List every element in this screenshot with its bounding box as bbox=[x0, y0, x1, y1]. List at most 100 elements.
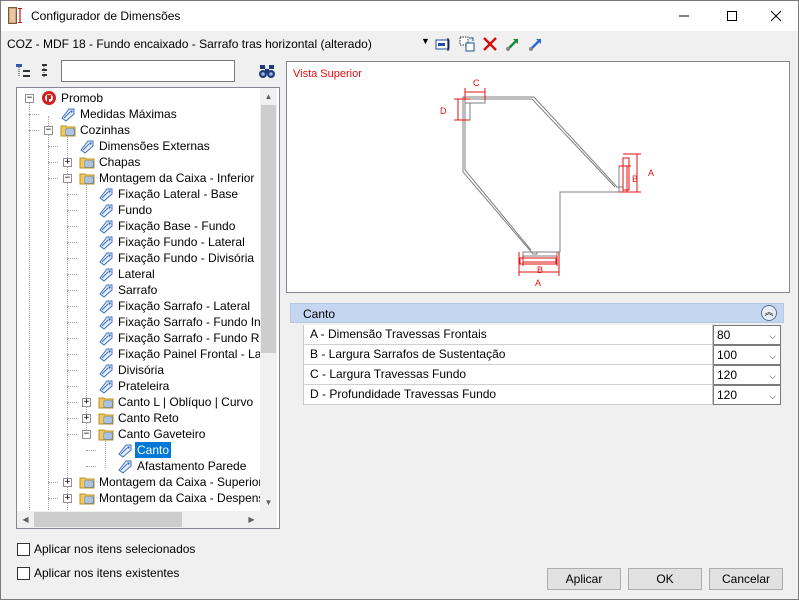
tree-item[interactable]: Sarrafo bbox=[17, 282, 260, 298]
scroll-left-icon[interactable]: ◀ bbox=[17, 511, 34, 528]
property-value-select[interactable]: 120 ⌵ bbox=[713, 385, 781, 405]
tree-item[interactable]: Fixação Base - Fundo bbox=[17, 218, 260, 234]
binoculars-search-icon[interactable] bbox=[258, 62, 276, 80]
chevron-down-icon[interactable]: ⌵ bbox=[769, 387, 776, 405]
tree-line bbox=[48, 162, 58, 163]
apply-button[interactable]: Aplicar bbox=[547, 568, 621, 590]
collapse-node-icon[interactable]: − bbox=[44, 126, 53, 135]
expand-node-icon[interactable]: + bbox=[63, 478, 72, 487]
collapse-node-icon[interactable]: − bbox=[82, 430, 91, 439]
tree-item[interactable]: Fixação Fundo - Divisória bbox=[17, 250, 260, 266]
expand-node-icon[interactable]: + bbox=[63, 158, 72, 167]
tree-line bbox=[67, 226, 77, 227]
ok-button[interactable]: OK bbox=[628, 568, 702, 590]
tree-item-label-selected: Canto bbox=[135, 442, 172, 458]
tree-item[interactable]: − Promob bbox=[17, 90, 260, 106]
expand-node-icon[interactable]: + bbox=[82, 398, 91, 407]
dimension-tag-icon bbox=[98, 330, 114, 346]
dimension-tag-icon bbox=[98, 362, 114, 378]
tree-item[interactable]: + Canto Reto bbox=[17, 410, 260, 426]
apply-selected-checkbox-box[interactable] bbox=[17, 543, 30, 556]
rename-configuration-icon[interactable] bbox=[434, 35, 452, 53]
tree-item[interactable]: − Canto Gaveteiro bbox=[17, 426, 260, 442]
tree-item[interactable]: Fixação Sarrafo - Lateral bbox=[17, 298, 260, 314]
collapse-category-icon[interactable]: ︽ bbox=[761, 305, 777, 321]
tree-item-label: Fixação Sarrafo - Fundo Rebaixado bbox=[118, 331, 260, 345]
expand-node-icon[interactable]: + bbox=[63, 494, 72, 503]
tree-item-label: Fixação Painel Frontal - Lateral bbox=[118, 347, 260, 361]
tree-vertical-scrollbar[interactable]: ▲ ▼ bbox=[260, 88, 277, 511]
expand-tree-icon[interactable] bbox=[38, 62, 56, 80]
property-value: 100 bbox=[717, 348, 738, 362]
copy-configuration-icon[interactable] bbox=[458, 35, 476, 53]
tree-item[interactable]: Fixação Fundo - Lateral bbox=[17, 234, 260, 250]
folder-icon bbox=[98, 410, 114, 426]
tree-item[interactable]: + Montagem da Caixa - Despenseiro bbox=[17, 490, 260, 506]
configuration-bar: COZ - MDF 18 - Fundo encaixado - Sarrafo… bbox=[1, 32, 798, 56]
apply-existing-checkbox-box[interactable] bbox=[17, 567, 30, 580]
tree-item[interactable]: Afastamento Parede bbox=[17, 458, 260, 474]
tree-item[interactable]: Dimensões Externas bbox=[17, 138, 260, 154]
expand-node-icon[interactable]: + bbox=[82, 414, 91, 423]
chevron-down-icon[interactable]: ⌵ bbox=[769, 347, 776, 365]
properties-category-header[interactable]: Canto ︽ bbox=[290, 303, 784, 323]
apply-selected-label: Aplicar nos itens selecionados bbox=[34, 542, 196, 556]
property-row: D - Profundidade Travessas Fundo 120 ⌵ bbox=[303, 385, 781, 405]
tree-item-label: Montagem da Caixa - Inferior bbox=[99, 171, 255, 185]
tree-line bbox=[67, 434, 77, 435]
tree-item[interactable]: + Chapas bbox=[17, 154, 260, 170]
collapse-tree-icon[interactable] bbox=[15, 62, 33, 80]
search-input[interactable] bbox=[61, 60, 235, 82]
import-configuration-icon[interactable] bbox=[504, 35, 522, 53]
vertical-scroll-thumb[interactable] bbox=[261, 105, 276, 353]
tree-item[interactable]: Prateleira bbox=[17, 378, 260, 394]
delete-configuration-icon[interactable] bbox=[481, 35, 499, 53]
tree-horizontal-scrollbar[interactable]: ◀ ▶ bbox=[17, 511, 260, 528]
tree-item-label: Canto Reto bbox=[118, 411, 179, 425]
export-configuration-icon[interactable] bbox=[527, 35, 545, 53]
cancel-button[interactable]: Cancelar bbox=[709, 568, 783, 590]
tree-item-label: Montagem da Caixa - Superior bbox=[99, 475, 260, 489]
maximize-button[interactable] bbox=[709, 1, 755, 31]
tree-item-label: Prateleira bbox=[118, 379, 170, 393]
tree-item[interactable]: Fixação Sarrafo - Fundo Inteiro bbox=[17, 314, 260, 330]
tree-item[interactable]: + Montagem da Caixa - Superior bbox=[17, 474, 260, 490]
tree-item[interactable]: Divisória bbox=[17, 362, 260, 378]
dimension-d-label: D bbox=[440, 106, 447, 116]
collapse-node-icon[interactable]: − bbox=[63, 174, 72, 183]
scroll-right-icon[interactable]: ▶ bbox=[243, 511, 260, 528]
tree-item[interactable]: Fundo bbox=[17, 202, 260, 218]
tree-line bbox=[67, 194, 77, 195]
tree-item[interactable]: Medidas Máximas bbox=[17, 106, 260, 122]
property-value-select[interactable]: 80 ⌵ bbox=[713, 325, 781, 345]
tree-item[interactable]: Fixação Sarrafo - Fundo Rebaixado bbox=[17, 330, 260, 346]
tree-item-label: Divisória bbox=[118, 363, 165, 377]
chevron-down-icon[interactable]: ⌵ bbox=[769, 367, 776, 385]
tree-item[interactable]: Fixação Lateral - Base bbox=[17, 186, 260, 202]
dimension-tag-icon bbox=[60, 106, 76, 122]
property-value-select[interactable]: 100 ⌵ bbox=[713, 345, 781, 365]
property-value-select[interactable]: 120 ⌵ bbox=[713, 365, 781, 385]
tree-item[interactable]: Lateral bbox=[17, 266, 260, 282]
configuration-dropdown-icon[interactable]: ▼ bbox=[421, 36, 430, 46]
tree-item[interactable]: Fixação Painel Frontal - Lateral bbox=[17, 346, 260, 362]
tree-item[interactable]: − Cozinhas bbox=[17, 122, 260, 138]
collapse-node-icon[interactable]: − bbox=[25, 94, 34, 103]
tree-line bbox=[67, 210, 77, 211]
scroll-down-icon[interactable]: ▼ bbox=[260, 494, 277, 511]
property-value: 80 bbox=[717, 328, 731, 342]
tree-item-label: Montagem da Caixa - Despenseiro bbox=[99, 491, 260, 505]
tree-item[interactable]: + Canto L | Oblíquo | Curvo bbox=[17, 394, 260, 410]
horizontal-scroll-thumb[interactable] bbox=[34, 512, 182, 527]
dimension-tree[interactable]: − Promob Medidas Máximas − Cozinhas Dimensões… bbox=[16, 87, 280, 529]
chevron-down-icon[interactable]: ⌵ bbox=[769, 327, 776, 345]
scroll-up-icon[interactable]: ▲ bbox=[260, 88, 277, 105]
tree-content: − Promob Medidas Máximas − Cozinhas Dimensões… bbox=[17, 88, 260, 511]
tree-item-label: Fixação Sarrafo - Fundo Inteiro bbox=[118, 315, 260, 329]
close-button[interactable] bbox=[753, 1, 799, 31]
tree-item[interactable]: − Montagem da Caixa - Inferior bbox=[17, 170, 260, 186]
tree-item[interactable]: Canto bbox=[17, 442, 260, 458]
dimension-tag-icon bbox=[98, 298, 114, 314]
minimize-button[interactable] bbox=[661, 1, 707, 31]
property-label: C - Largura Travessas Fundo bbox=[303, 365, 713, 385]
